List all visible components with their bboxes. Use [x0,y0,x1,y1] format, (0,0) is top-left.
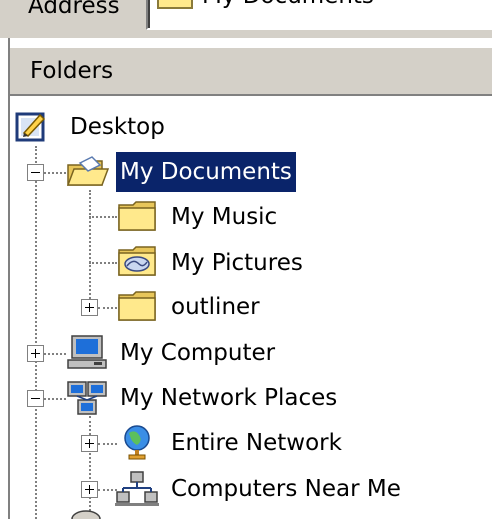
tree-item-label: outliner [171,294,260,320]
expand-toggle[interactable] [27,345,44,362]
tree-item-label: Computers Near Me [171,476,401,502]
collapse-toggle[interactable] [27,164,44,181]
tree-item-label: My Computer [120,340,276,366]
tree-item-label: My Network Places [120,385,338,411]
partial-item-icon [71,510,101,519]
folders-pane-title: Folders [30,58,114,84]
network-places-icon [67,381,107,415]
pictures-folder-icon [118,246,156,276]
desktop-icon [15,112,46,142]
expand-toggle[interactable] [81,481,98,498]
collapse-toggle[interactable] [27,390,44,407]
open-folder-icon [66,156,110,186]
folder-icon [118,201,156,231]
folder-icon [157,0,193,9]
workgroup-icon [115,471,159,506]
address-label: Address [28,0,120,19]
globe-icon [124,425,150,460]
expand-toggle[interactable] [81,435,98,452]
tree-item-label: Desktop [70,114,165,140]
folders-pane-header: Folders [10,46,492,96]
tree-item-label: My Pictures [171,250,303,276]
address-bar: Address My Documents [0,0,492,38]
computer-icon [67,335,107,369]
tree-item-label: My Documents [116,152,296,192]
address-field-value: My Documents [202,0,374,14]
address-field[interactable]: My Documents [146,0,492,30]
tree-item-label: My Music [171,204,278,230]
folder-icon [118,291,156,321]
tree-item-label: Entire Network [171,430,342,456]
expand-toggle[interactable] [81,299,98,316]
